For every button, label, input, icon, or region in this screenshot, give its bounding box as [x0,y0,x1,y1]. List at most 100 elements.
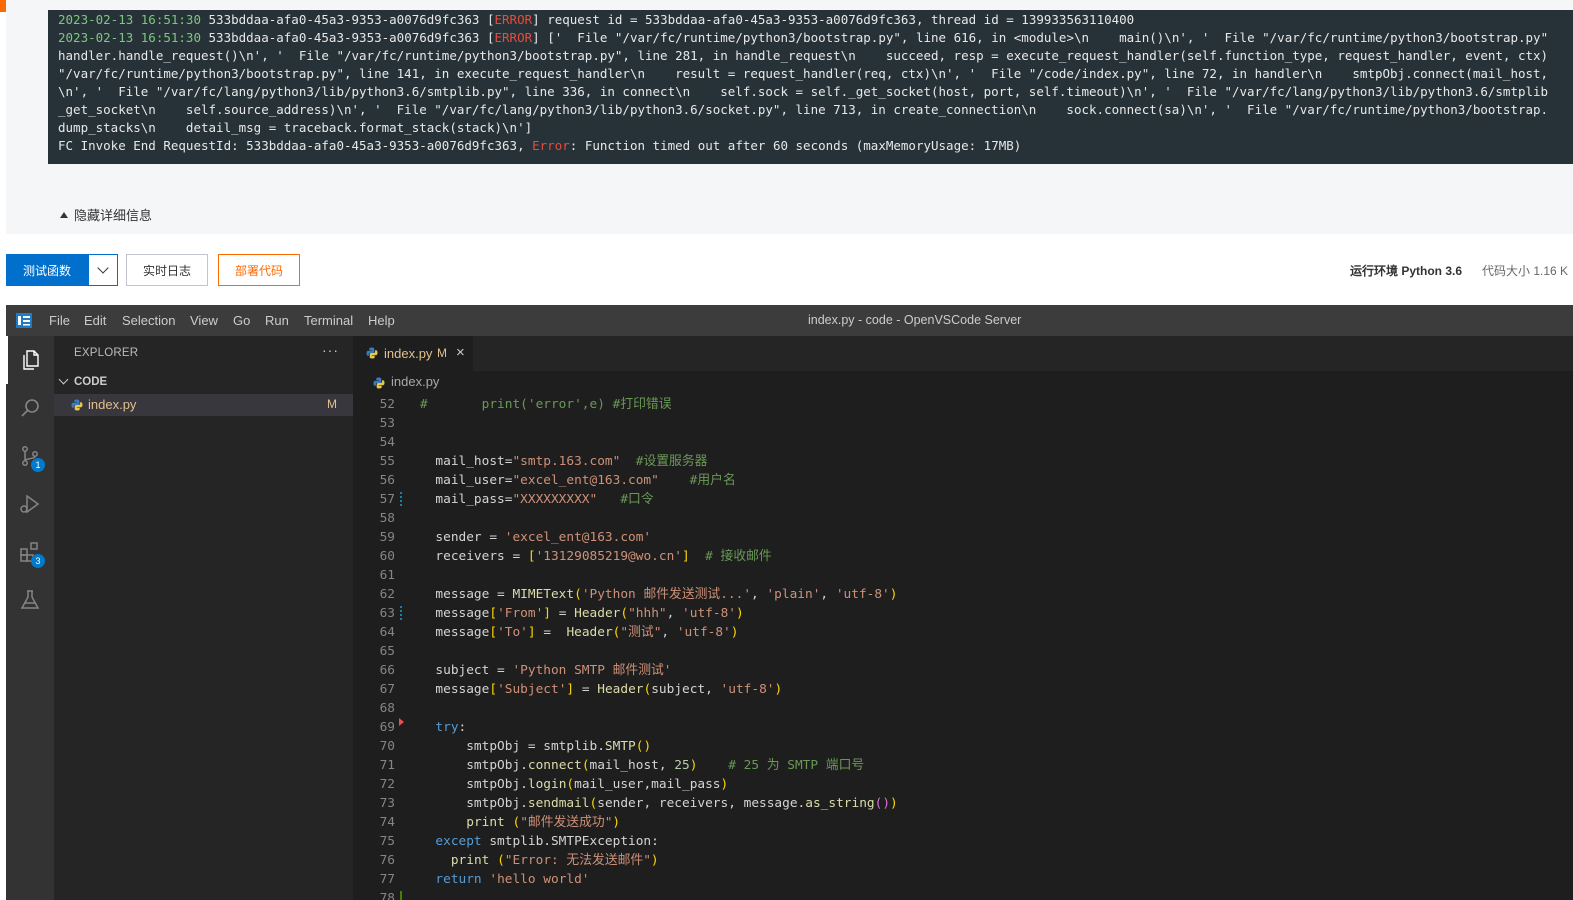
log-line: \n', ' File "/var/fc/lang/python3/lib/py… [58,84,1549,99]
python-file-icon [373,377,385,389]
code-size-label: 代码大小 1.16 K [1482,264,1569,278]
folder-label: CODE [74,376,108,388]
code-line[interactable]: 70 smtpObj = smtplib.SMTP() [353,737,1573,756]
code-text: smtpObj = smtplib.SMTP() [420,739,652,754]
folder-code[interactable]: CODE [54,372,353,394]
code-text: mail_user="excel_ent@163.com" #用户名 [420,473,736,488]
chevron-down-icon [97,262,109,274]
code-line[interactable]: 60 receivers = ['13129085219@wo.cn'] # 接… [353,547,1573,566]
gutter-change-marker[interactable] [400,891,402,900]
line-number: 62 [379,587,395,602]
line-number: 77 [379,872,395,887]
code-line[interactable]: 78 [353,889,1573,900]
code-line[interactable]: 62 message = MIMEText('Python 邮件发送测试...'… [353,585,1573,604]
line-number: 65 [379,644,395,659]
line-number: 57 [379,492,395,507]
testing-activity[interactable] [6,576,54,624]
menu-run[interactable]: Run [265,313,289,328]
code-text: mail_host="smtp.163.com" #设置服务器 [420,454,708,469]
line-number: 55 [379,454,395,469]
code-line[interactable]: 59 sender = 'excel_ent@163.com' [353,528,1573,547]
line-number: 74 [379,815,395,830]
code-line[interactable]: 53 [353,414,1573,433]
menu-edit[interactable]: Edit [84,313,106,328]
menu-view[interactable]: View [190,313,218,328]
code-text: message['To'] = Header("测试", 'utf-8') [420,625,739,640]
code-line[interactable]: 55 mail_host="smtp.163.com" #设置服务器 [353,452,1573,471]
code-line[interactable]: 76 print ("Error: 无法发送邮件") [353,851,1573,870]
code-text: smtpObj.login(mail_user,mail_pass) [420,777,729,792]
menu-terminal[interactable]: Terminal [304,313,353,328]
scm-badge: 1 [31,458,45,472]
extensions-activity[interactable]: 3 [6,528,54,576]
gutter-change-marker[interactable] [400,606,402,621]
menu-bar: File Edit Selection View Go Run Terminal… [6,305,1573,336]
code-line[interactable]: 73 smtpObj.sendmail(sender, receivers, m… [353,794,1573,813]
file-index-py[interactable]: index.py M [54,394,353,416]
chevron-down-icon [58,374,69,385]
python-file-icon [366,347,378,359]
source-control-activity[interactable]: 1 [6,432,54,480]
gutter-change-marker[interactable] [400,492,402,507]
vscode-logo-icon[interactable] [16,313,32,328]
code-text: message = MIMEText('Python 邮件发送测试...', '… [420,587,898,602]
code-line[interactable]: 68 [353,699,1573,718]
line-number: 52 [379,397,395,412]
explorer-activity[interactable] [6,336,54,384]
code-line[interactable]: 63 message['From'] = Header("hhh", 'utf-… [353,604,1573,623]
code-line[interactable]: 72 smtpObj.login(mail_user,mail_pass) [353,775,1573,794]
code-line[interactable]: 52 # print('error',e) #打印错误 [353,395,1573,414]
extensions-badge: 3 [31,554,45,568]
search-activity[interactable] [6,384,54,432]
code-text: # print('error',e) #打印错误 [420,397,672,412]
code-line[interactable]: 65 [353,642,1573,661]
code-text: message['From'] = Header("hhh", 'utf-8') [420,606,744,621]
code-line[interactable]: 57 mail_pass="XXXXXXXXX" #口令 [353,490,1573,509]
explorer-more-button[interactable]: ··· [322,342,339,358]
log-console: 2023-02-13 16:51:30 533bddaa-afa0-45a3-9… [48,10,1573,164]
deploy-code-button[interactable]: 部署代码 [218,254,300,286]
menu-selection[interactable]: Selection [122,313,175,328]
log-line: 2023-02-13 16:51:30 533bddaa-afa0-45a3-9… [58,30,1549,45]
hide-detail-toggle[interactable]: 隐藏详细信息 [60,205,152,224]
breadcrumb-file[interactable]: index.py [391,374,439,389]
code-text: sender = 'excel_ent@163.com' [420,530,652,545]
line-number: 73 [379,796,395,811]
code-line[interactable]: 67 message['Subject'] = Header(subject, … [353,680,1573,699]
code-line[interactable]: 66 subject = 'Python SMTP 邮件测试' [353,661,1573,680]
line-number: 61 [379,568,395,583]
python-file-icon [71,399,83,411]
explorer-title: EXPLORER [74,347,139,359]
close-icon[interactable]: × [456,344,465,361]
code-line[interactable]: 77 return 'hello world' [353,870,1573,889]
line-number: 70 [379,739,395,754]
code-line[interactable]: 64 message['To'] = Header("测试", 'utf-8') [353,623,1573,642]
editor-area: index.py M × index.py 52 # print('error',… [353,336,1573,900]
line-number: 63 [379,606,395,621]
tab-index-py[interactable]: index.py M × [353,336,473,371]
gutter-change-marker[interactable] [399,718,404,726]
menu-file[interactable]: File [49,313,70,328]
code-text: smtpObj.sendmail(sender, receivers, mess… [420,796,898,811]
code-line[interactable]: 58 [353,509,1573,528]
run-debug-activity[interactable] [6,480,54,528]
line-number: 78 [379,891,395,900]
line-number: 60 [379,549,395,564]
code-text: subject = 'Python SMTP 邮件测试' [420,663,672,678]
code-line[interactable]: 69 try: [353,718,1573,737]
menu-help[interactable]: Help [368,313,395,328]
code-line[interactable]: 71 smtpObj.connect(mail_host, 25) # 25 为… [353,756,1573,775]
menu-go[interactable]: Go [233,313,250,328]
test-options-dropdown[interactable] [88,254,118,286]
code-line[interactable]: 75 except smtplib.SMTPException: [353,832,1573,851]
code-line[interactable]: 54 [353,433,1573,452]
realtime-log-button[interactable]: 实时日志 [126,254,208,286]
code-line[interactable]: 61 [353,566,1573,585]
code-line[interactable]: 56 mail_user="excel_ent@163.com" #用户名 [353,471,1573,490]
code-line[interactable]: 74 print ("邮件发送成功") [353,813,1573,832]
file-label: index.py [88,397,137,412]
caret-up-icon [60,211,68,218]
line-number: 54 [379,435,395,450]
editor-tabs: index.py M × [353,336,1573,371]
test-function-button[interactable]: 测试函数 [6,254,88,286]
